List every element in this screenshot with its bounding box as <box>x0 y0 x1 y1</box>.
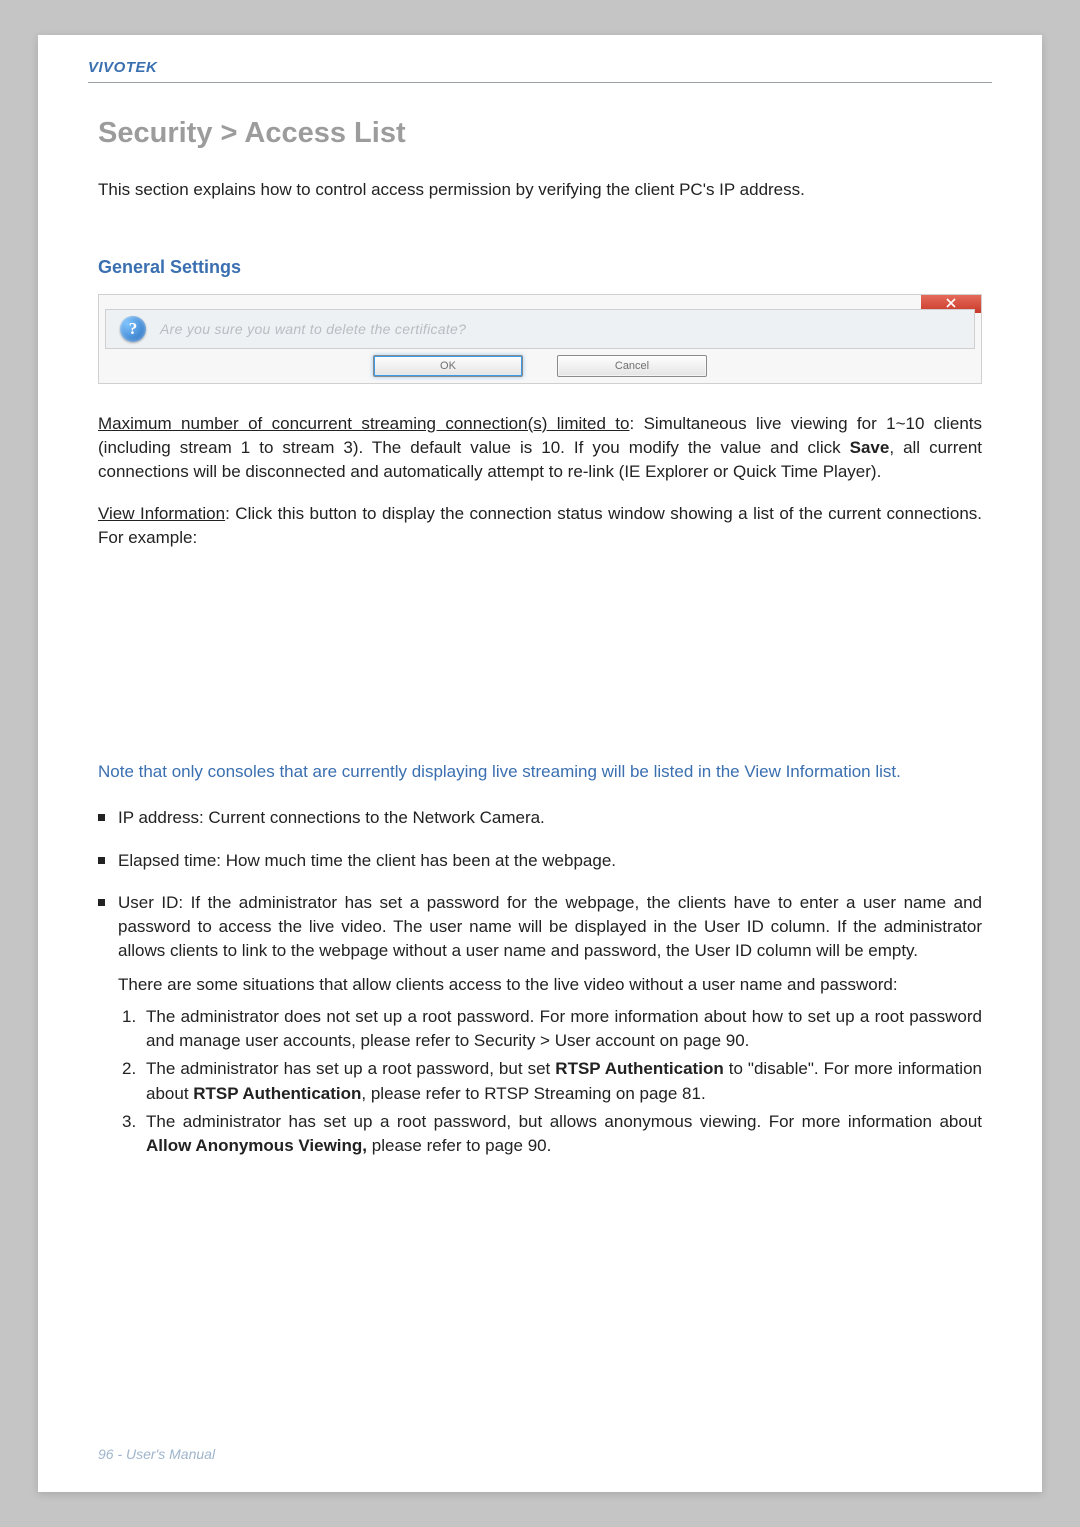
paragraph-max-connections: Maximum number of concurrent streaming c… <box>98 412 982 484</box>
numbered-list: The administrator does not set up a root… <box>118 1005 982 1158</box>
list-item: The administrator has set up a root pass… <box>118 1057 982 1105</box>
list-item: The administrator does not set up a root… <box>118 1005 982 1053</box>
question-icon: ? <box>120 316 146 342</box>
list-item: Elapsed time: How much time the client h… <box>98 849 982 873</box>
list-item: User ID: If the administrator has set a … <box>98 891 982 1158</box>
sub-paragraph: There are some situations that allow cli… <box>118 973 982 997</box>
confirm-dialog: ? Are you sure you want to delete the ce… <box>98 294 982 384</box>
page: VIVOTEK Security > Access List This sect… <box>38 35 1042 1492</box>
intro-paragraph: This section explains how to control acc… <box>98 178 982 203</box>
text: The administrator has set up a root pass… <box>146 1112 982 1131</box>
label-save: Save <box>850 438 890 457</box>
text: : Click this button to display the conne… <box>98 504 982 547</box>
label-view-information: View Information <box>98 504 225 523</box>
header-rule <box>88 82 992 83</box>
text: please refer to page 90. <box>367 1136 551 1155</box>
ok-button[interactable]: OK <box>373 355 523 377</box>
section-heading-general-settings: General Settings <box>98 257 982 278</box>
text: The administrator has set up a root pass… <box>146 1059 555 1078</box>
dialog-message: Are you sure you want to delete the cert… <box>160 321 466 337</box>
dialog-button-row: OK Cancel <box>99 355 981 377</box>
note-paragraph: Note that only consoles that are current… <box>98 760 982 784</box>
list-item: IP address: Current connections to the N… <box>98 806 982 830</box>
label-max-connections: Maximum number of concurrent streaming c… <box>98 414 629 433</box>
dialog-body: ? Are you sure you want to delete the ce… <box>105 309 975 349</box>
breadcrumb: Security > Access List <box>98 117 982 150</box>
label-rtsp-auth: RTSP Authentication <box>555 1059 723 1078</box>
list-item: The administrator has set up a root pass… <box>118 1110 982 1158</box>
text: User ID: If the administrator has set a … <box>118 893 982 960</box>
paragraph-view-information: View Information: Click this button to d… <box>98 502 982 550</box>
label-rtsp-auth: RTSP Authentication <box>193 1084 361 1103</box>
page-header: VIVOTEK <box>38 35 1042 91</box>
brand-logo: VIVOTEK <box>88 59 992 76</box>
page-content: Security > Access List This section expl… <box>38 91 1042 1158</box>
text: , please refer to RTSP Streaming on page… <box>361 1084 705 1103</box>
page-footer: 96 - User's Manual <box>98 1446 215 1462</box>
cancel-button[interactable]: Cancel <box>557 355 707 377</box>
bullet-list: IP address: Current connections to the N… <box>98 806 982 1158</box>
label-allow-anon: Allow Anonymous Viewing, <box>146 1136 367 1155</box>
